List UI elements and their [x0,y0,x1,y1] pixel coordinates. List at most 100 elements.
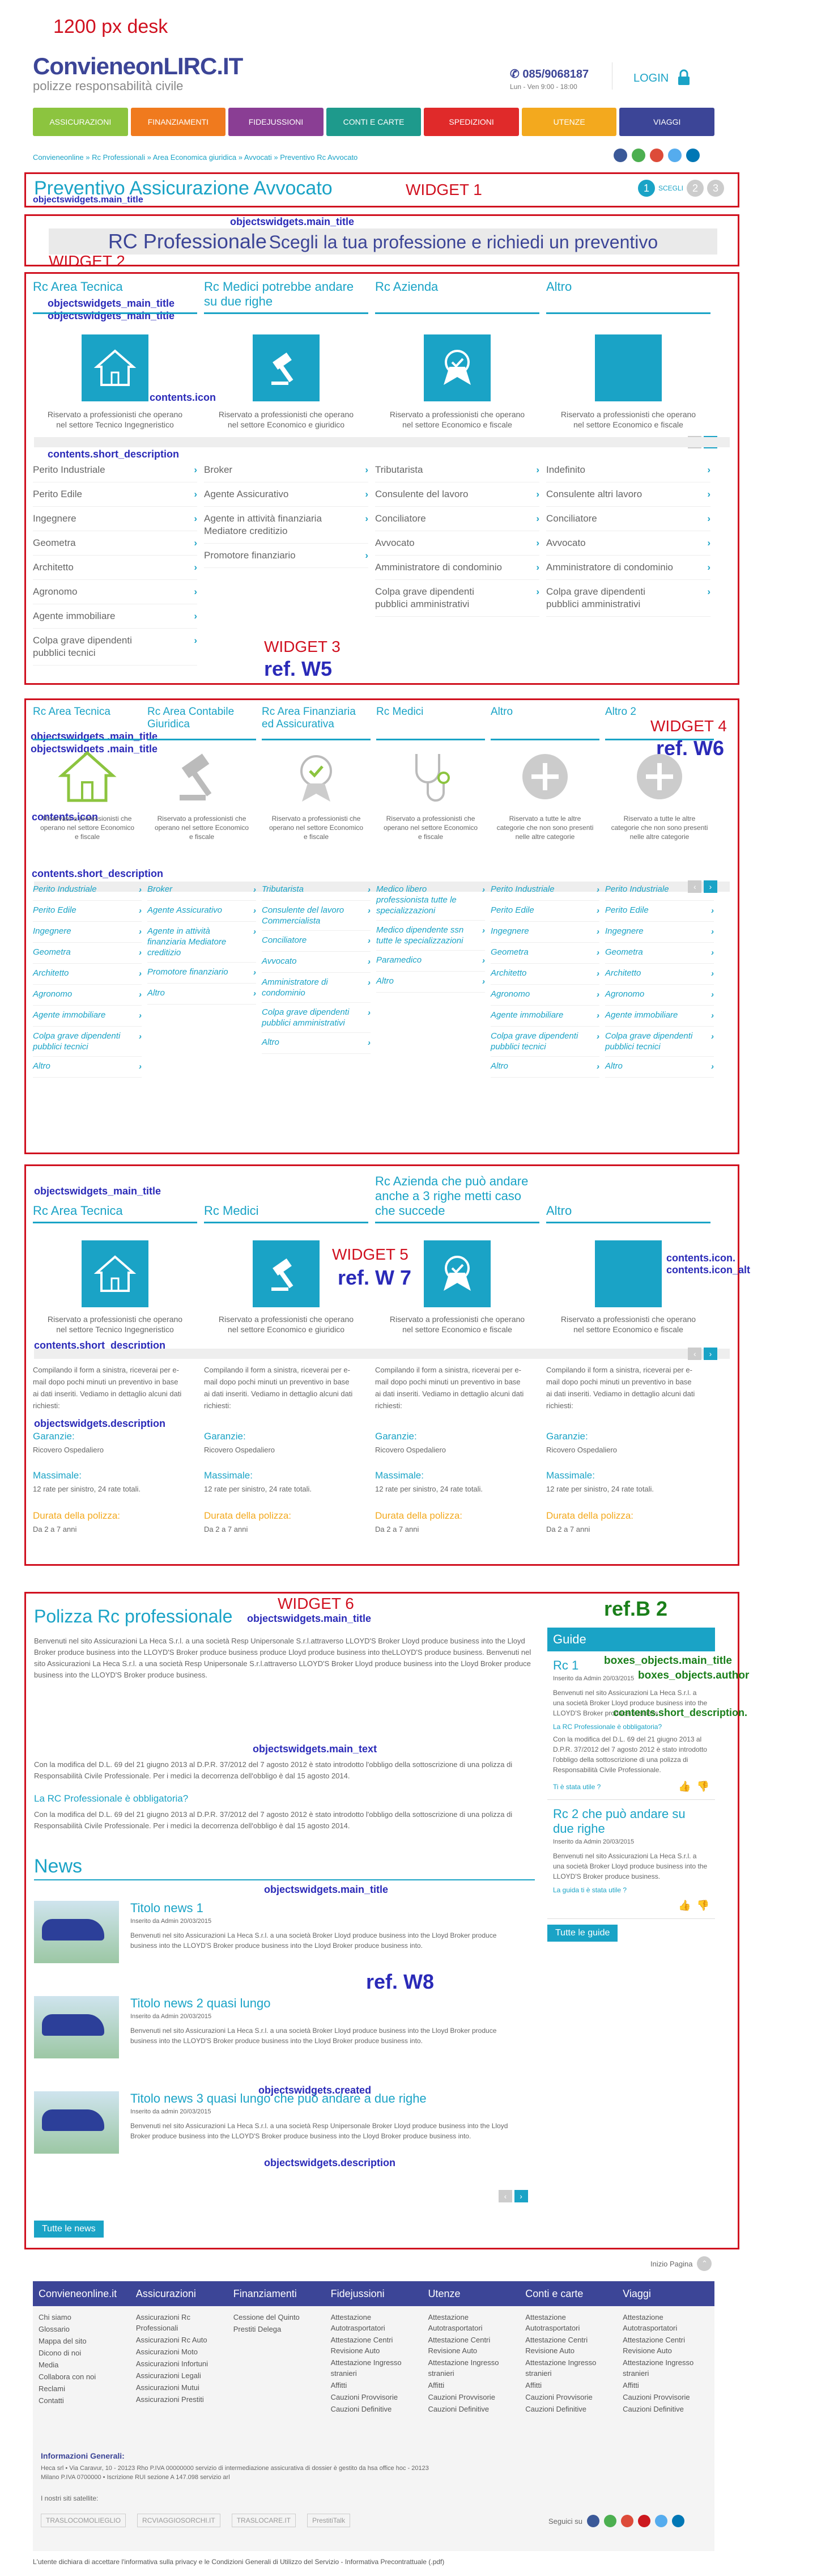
satellite-logo[interactable]: TRASLOCOMOLIEGLIO [41,2514,126,2527]
list-item[interactable]: Broker › [204,458,368,482]
list-item[interactable]: Promotore finanziario › [147,963,256,984]
all-news-button[interactable]: Tutte le news [34,2221,104,2238]
list-item[interactable]: Tributarista › [375,458,539,482]
list-item[interactable]: Amministratore di condominio › [375,556,539,580]
list-item[interactable]: Geometra › [605,943,714,964]
list-item[interactable]: Perito Edile › [33,482,197,507]
footer-link[interactable]: Attestazione Ingresso stranieri [525,2357,611,2379]
list-item[interactable]: Conciliatore › [375,507,539,531]
list-item[interactable]: Avvocato › [262,952,371,973]
news-thumbnail[interactable] [34,1901,119,1963]
list-item[interactable]: Medico dipendente ssn tutte le specializ… [376,921,485,951]
list-item[interactable]: Perito Edile › [605,901,714,922]
w3-col-title[interactable]: Rc Area Tecnica [33,279,197,309]
footer-link[interactable]: Attestazione Centri Revisione Auto [331,2334,417,2356]
w5-col-title[interactable]: Rc Azienda che può andare anche a 3 righ… [375,1174,539,1218]
footer-link[interactable]: Attestazione Ingresso stranieri [331,2357,417,2379]
w4-col-title[interactable]: Rc Area Contabile Giuridica [147,706,256,735]
footer-link[interactable]: Assicurazioni Rc Professionali [136,2312,222,2333]
footer-link[interactable]: Assicurazioni Legali [136,2370,222,2381]
list-item[interactable]: Perito Edile › [491,901,599,922]
w6-question[interactable]: La RC Professionale è obbligatoria? [34,1793,188,1804]
list-item[interactable]: Colpa grave dipendenti pubblici amminist… [546,580,710,617]
list-item[interactable]: Agente in attività finanziaria Mediatore… [204,507,368,544]
list-item[interactable]: Tributarista › [262,880,371,901]
news-title[interactable]: Titolo news 3 quasi lungo che può andare… [130,2091,516,2106]
footer-link[interactable]: Contatti [39,2395,125,2406]
thumbs-down-icon[interactable]: 👎 [697,1900,709,1912]
footer-youtube-icon[interactable] [637,2515,650,2527]
list-item[interactable]: Altro › [491,1057,599,1078]
stethoscope-icon[interactable] [376,748,485,811]
list-item[interactable]: Consulente del lavoro Commercialista › [262,901,371,931]
footer-link[interactable]: Reclami [39,2383,125,2394]
facebook-icon[interactable] [614,149,627,162]
footer-link[interactable]: Cauzioni Provvisorie [525,2392,611,2403]
w4-col-title[interactable]: Rc Area Finanziaria ed Assicurativa [262,706,371,735]
news-next[interactable]: › [514,2190,528,2202]
list-item[interactable]: Geometra › [491,943,599,964]
gavel-icon[interactable] [253,334,320,401]
nav-item-6[interactable]: VIAGGI [619,108,715,136]
footer-link[interactable]: Mappa del sito [39,2336,125,2346]
footer-link[interactable]: Collabora con noi [39,2371,125,2382]
footer-link[interactable]: Affitti [428,2380,514,2391]
news-title[interactable]: Titolo news 1 [130,1901,516,1916]
w5-col-title[interactable]: Rc Medici [204,1174,368,1218]
list-item[interactable]: Ingegnere › [33,507,197,531]
list-item[interactable]: Architetto › [33,556,197,580]
footer-link[interactable]: Cauzioni Provvisorie [428,2392,514,2403]
list-item[interactable]: Indefinito › [546,458,710,482]
list-item[interactable]: Ingegnere › [605,922,714,943]
footer-googleplus-icon[interactable] [620,2515,633,2527]
award-icon[interactable] [424,334,491,401]
footer-link[interactable]: Attestazione Autotrasportatori [331,2312,417,2333]
satellite-logo[interactable]: TRASLOCARE.IT [231,2514,296,2527]
list-item[interactable]: Perito Industriale › [491,880,599,901]
footer-col-head[interactable]: Assicurazioni [136,2281,222,2306]
list-item[interactable]: Amministratore di condominio › [262,973,371,1003]
category-icon[interactable] [595,334,662,401]
news-item[interactable]: Titolo news 2 quasi lungo Inserito da Adm… [34,1996,535,2075]
gavel-icon[interactable] [253,1240,320,1307]
list-item[interactable]: Agronomo › [605,985,714,1006]
list-item[interactable]: Architetto › [605,964,714,985]
footer-link[interactable]: Assicurazioni Infortuni [136,2358,222,2369]
footer-link[interactable]: Attestazione Autotrasportatori [428,2312,514,2333]
nav-item-1[interactable]: FINANZIAMENTI [130,108,226,136]
list-item[interactable]: Altro › [376,972,485,993]
list-item[interactable]: Agronomo › [33,580,197,604]
house-icon[interactable] [82,334,148,401]
list-item[interactable]: Ingegnere › [33,922,142,943]
w4-col-title[interactable]: Altro 2 [605,706,714,735]
footer-link[interactable]: Cauzioni Provvisorie [623,2392,709,2403]
linkedin-icon[interactable] [686,149,700,162]
footer-link[interactable]: Prestiti Delega [233,2324,320,2334]
breadcrumb[interactable]: Convieneonline » Rc Professionali » Area… [33,153,358,162]
footer-linkedin-icon[interactable] [671,2515,684,2527]
list-item[interactable]: Paramedico › [376,951,485,972]
news-item[interactable]: Titolo news 1 Inserito da Admin 20/03/201… [34,1901,535,1980]
w3-col-title[interactable]: Rc Azienda [375,279,539,309]
list-item[interactable]: Perito Industriale › [33,458,197,482]
footer-link[interactable]: Cauzioni Definitive [525,2404,611,2414]
footer-link[interactable]: Affitti [331,2380,417,2391]
list-item[interactable]: Avvocato › [546,531,710,556]
footer-col-head[interactable]: Finanziamenti [233,2281,320,2306]
footer-link[interactable]: Affitti [525,2380,611,2391]
list-item[interactable]: Altro › [33,1057,142,1078]
list-item[interactable]: Agronomo › [491,985,599,1006]
list-item[interactable]: Altro › [262,1033,371,1054]
list-item[interactable]: Agente immobiliare › [33,604,197,629]
nav-item-5[interactable]: UTENZE [521,108,617,136]
list-item[interactable]: Perito Edile › [33,901,142,922]
list-item[interactable]: Agronomo › [33,985,142,1006]
nav-item-4[interactable]: SPEDIZIONI [424,108,519,136]
plus-circle-icon[interactable] [491,748,599,811]
footer-link[interactable]: Attestazione Centri Revisione Auto [428,2334,514,2356]
footer-link[interactable]: Attestazione Ingresso stranieri [623,2357,709,2379]
footer-link[interactable]: Attestazione Ingresso stranieri [428,2357,514,2379]
list-item[interactable]: Geometra › [33,531,197,556]
list-item[interactable]: Amministratore di condominio › [546,556,710,580]
footer-link[interactable]: Assicurazioni Prestiti [136,2394,222,2405]
